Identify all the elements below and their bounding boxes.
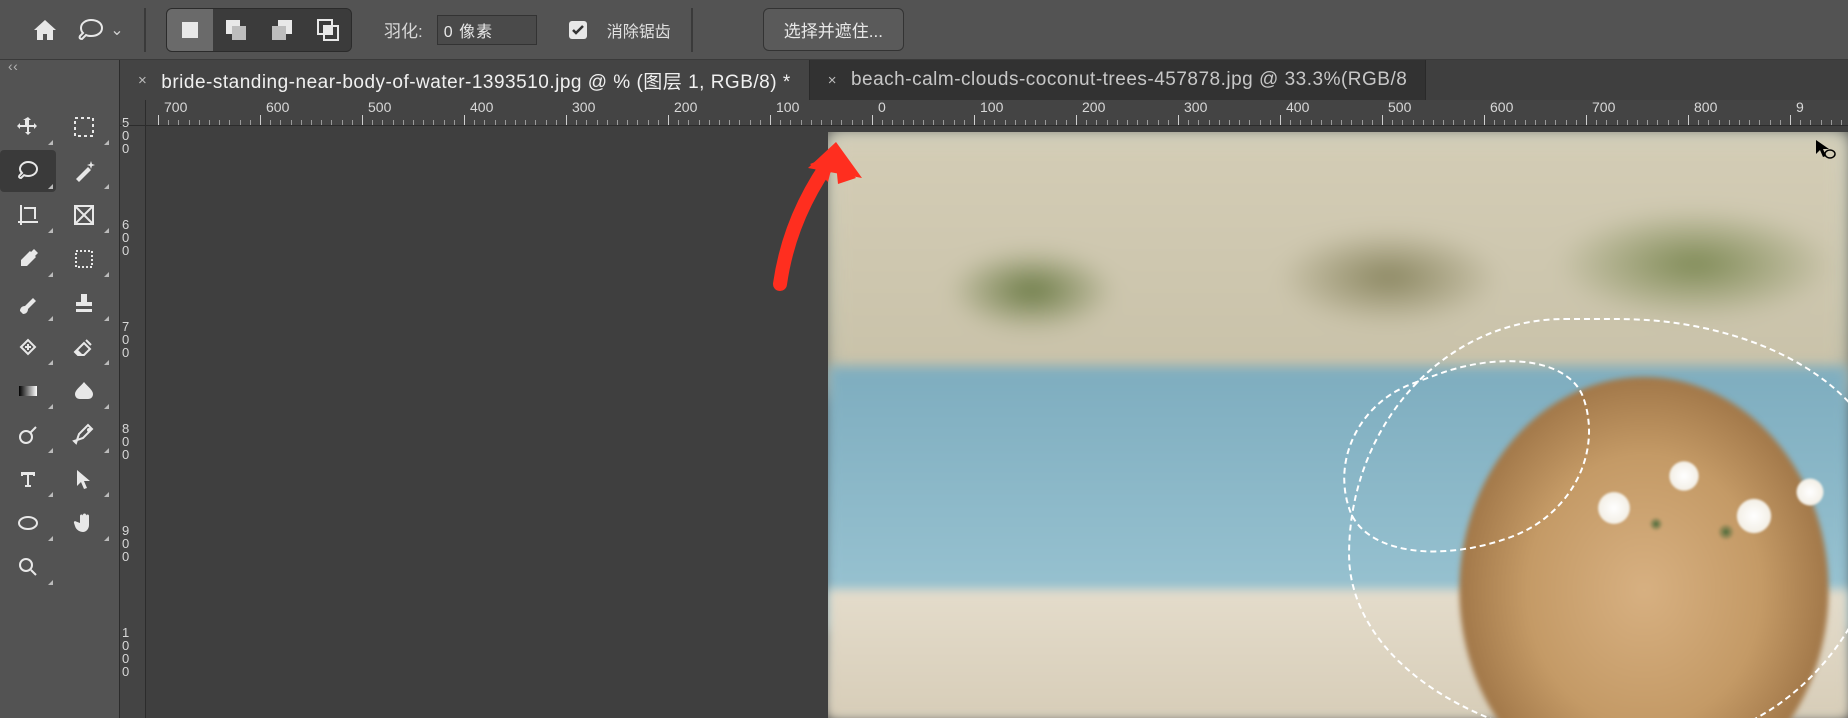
selection-add-icon — [224, 18, 248, 42]
smudge-icon — [72, 379, 96, 403]
selection-combine-modes — [166, 8, 352, 52]
gradient-icon — [16, 379, 40, 403]
document-tab-label: bride-standing-near-body-of-water-139351… — [161, 67, 790, 94]
antialias-label: 消除锯齿 — [607, 18, 671, 42]
magic-wand-icon — [72, 159, 96, 183]
current-tool-preset[interactable]: ⌄ — [76, 13, 124, 47]
feather-label: 羽化: — [384, 17, 423, 42]
selection-subtract-button[interactable] — [259, 9, 305, 51]
home-icon — [32, 18, 58, 42]
brush-icon — [16, 291, 40, 315]
toolbox-header: ‹‹ — [0, 60, 120, 100]
feather-input[interactable] — [437, 15, 537, 45]
dodge-icon — [16, 423, 40, 447]
collapse-chevrons-icon[interactable]: ‹‹ — [8, 58, 18, 74]
gradient-tool[interactable] — [0, 370, 56, 412]
document-tab-1[interactable]: × bride-standing-near-body-of-water-1393… — [120, 60, 810, 100]
stamp-tool[interactable] — [56, 282, 112, 324]
zoom-tool[interactable] — [0, 546, 56, 588]
antialias-checkbox[interactable] — [569, 21, 587, 39]
document-tabs: ‹‹ × bride-standing-near-body-of-water-1… — [0, 60, 1848, 100]
hand-tool[interactable] — [56, 502, 112, 544]
marquee-deselect-icon — [72, 247, 96, 271]
dodge-tool[interactable] — [0, 414, 56, 456]
workspace: 7006005004003002001000100200300400500600… — [0, 100, 1848, 718]
canvas-area[interactable] — [146, 126, 1848, 718]
selection-new-icon — [179, 19, 201, 41]
healing-tool[interactable] — [0, 326, 56, 368]
ruler-horizontal[interactable]: 7006005004003002001000100200300400500600… — [146, 100, 1848, 126]
smudge-tool[interactable] — [56, 370, 112, 412]
pen-tool[interactable] — [56, 414, 112, 456]
options-bar: ⌄ 羽化: 消除锯齿 选择并遮住... — [0, 0, 1848, 60]
close-icon[interactable]: × — [138, 72, 147, 89]
eraser-tool[interactable] — [56, 326, 112, 368]
canvas-viewport: 7006005004003002001000100200300400500600… — [120, 100, 1848, 718]
eraser-icon — [72, 335, 96, 359]
image-content — [828, 132, 1848, 718]
selection-subtract-icon — [270, 18, 294, 42]
selection-new-button[interactable] — [167, 9, 213, 51]
lasso-cursor-icon — [1814, 138, 1836, 160]
move-icon — [16, 115, 40, 139]
hand-icon — [72, 511, 96, 535]
crop-icon — [16, 203, 40, 227]
marquee-tool[interactable] — [56, 106, 112, 148]
lasso-tool[interactable] — [0, 150, 56, 192]
marquee-deselect-tool[interactable] — [56, 238, 112, 280]
zoom-icon — [16, 555, 40, 579]
ruler-vertical[interactable]: 5006007008009001000 — [120, 126, 146, 718]
marquee-icon — [72, 115, 96, 139]
document-tab-2[interactable]: × beach-calm-clouds-coconut-trees-457878… — [810, 60, 1427, 100]
select-and-mask-button[interactable]: 选择并遮住... — [763, 8, 904, 51]
selection-add-button[interactable] — [213, 9, 259, 51]
path-select-tool[interactable] — [56, 458, 112, 500]
eyedropper-tool[interactable] — [0, 238, 56, 280]
selection-intersect-button[interactable] — [305, 9, 351, 51]
brush-tool[interactable] — [0, 282, 56, 324]
crop-tool[interactable] — [0, 194, 56, 236]
frame-tool[interactable] — [56, 194, 112, 236]
toolbox — [0, 100, 120, 718]
path-select-icon — [72, 467, 96, 491]
home-button[interactable] — [28, 13, 62, 47]
stamp-icon — [72, 291, 96, 315]
check-icon — [571, 23, 585, 37]
magic-wand-tool[interactable] — [56, 150, 112, 192]
document-tab-label: beach-calm-clouds-coconut-trees-457878.j… — [851, 69, 1407, 91]
move-tool[interactable] — [0, 106, 56, 148]
close-icon[interactable]: × — [828, 72, 837, 89]
eyedropper-icon — [16, 247, 40, 271]
selection-intersect-icon — [316, 18, 340, 42]
healing-icon — [16, 335, 40, 359]
pen-icon — [72, 423, 96, 447]
ellipse-tool[interactable] — [0, 502, 56, 544]
lasso-tool-icon — [76, 17, 106, 43]
type-icon — [16, 467, 40, 491]
tool-empty — [56, 546, 112, 588]
lasso-icon — [16, 159, 40, 183]
ellipse-icon — [16, 511, 40, 535]
frame-icon — [72, 203, 96, 227]
type-tool[interactable] — [0, 458, 56, 500]
